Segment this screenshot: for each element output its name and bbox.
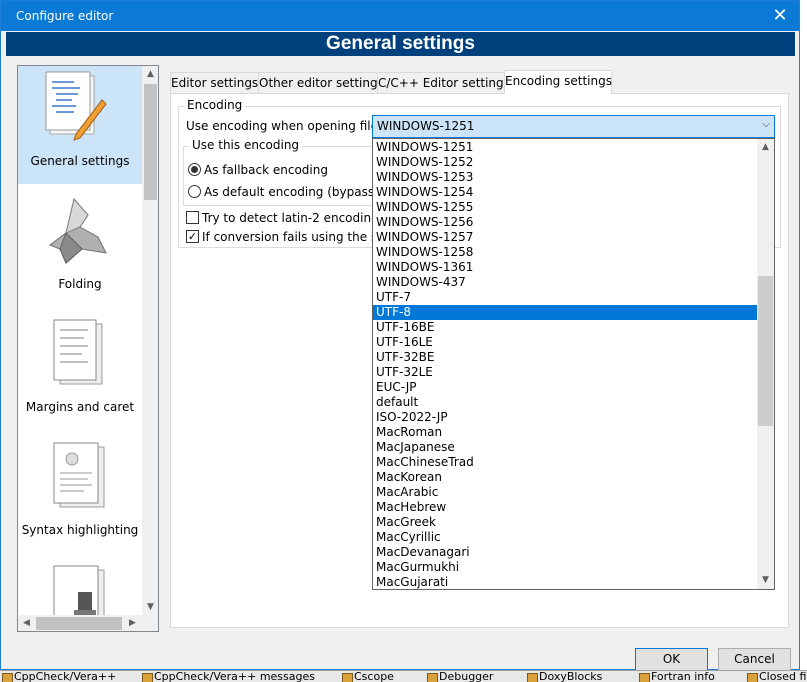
category-label: Folding [58, 277, 102, 291]
scroll-down-icon[interactable]: ▼ [142, 599, 158, 616]
use-encoding-group-title: Use this encoding [189, 138, 303, 152]
conversion-fallback-checkbox[interactable]: ✓ [186, 230, 199, 243]
taskbar-tab[interactable]: CppCheck/Vera++ [0, 671, 116, 682]
category-label: Margins and caret [25, 400, 135, 414]
scroll-left-icon[interactable]: ◀ [18, 615, 35, 631]
dropdown-option[interactable]: MacArabic [373, 485, 757, 500]
ok-button[interactable]: OK [635, 648, 708, 671]
category-general-settings[interactable]: General settings [18, 66, 142, 184]
dropdown-option[interactable]: UTF-16LE [373, 335, 757, 350]
taskbar-tab[interactable]: Debugger [425, 671, 493, 682]
taskbar-tab[interactable]: CppCheck/Vera++ messages [140, 671, 315, 682]
dropdown-option[interactable]: MacChineseTrad [373, 455, 757, 470]
fallback-encoding-radio[interactable] [188, 163, 201, 176]
chevron-down-icon[interactable]: ⌵ [762, 119, 770, 130]
encoding-group-title: Encoding [184, 98, 246, 112]
tab-editor-settings[interactable]: Editor settings [170, 72, 259, 93]
background-taskbar: CppCheck/Vera++ CppCheck/Vera++ messages C… [0, 670, 807, 682]
conversion-fallback-label: If conversion fails using the setti [202, 230, 398, 244]
open-encoding-label: Use encoding when opening files: [186, 119, 389, 133]
dropdown-option[interactable]: MacGreek [373, 515, 757, 530]
scroll-up-icon[interactable]: ▲ [757, 139, 774, 156]
dropdown-option[interactable]: WINDOWS-1361 [373, 260, 757, 275]
category-list[interactable]: General settings Folding Margins and car… [17, 65, 159, 632]
cancel-button[interactable]: Cancel [718, 648, 791, 671]
document-stack-icon [53, 319, 103, 385]
dropdown-option[interactable]: MacGurmukhi [373, 560, 757, 575]
category-label: General settings [30, 154, 130, 168]
category-syntax-highlighting[interactable]: Syntax highlighting [18, 435, 142, 553]
dropdown-option[interactable]: MacRoman [373, 425, 757, 440]
scroll-down-icon[interactable]: ▼ [757, 572, 774, 589]
dropdown-option[interactable]: WINDOWS-1253 [373, 170, 757, 185]
encoding-select-value: WINDOWS-1251 [377, 119, 475, 133]
detect-latin2-label: Try to detect latin-2 encodings ( [202, 211, 394, 225]
scrollbar-thumb[interactable] [758, 276, 773, 426]
category-vertical-scrollbar[interactable]: ▲ ▼ [142, 66, 158, 616]
dropdown-option[interactable]: EUC-JP [373, 380, 757, 395]
category-folding[interactable]: Folding [18, 189, 142, 307]
dropdown-option[interactable]: UTF-8 [373, 305, 757, 320]
fallback-encoding-label: As fallback encoding [204, 163, 328, 177]
category-margins-and-caret[interactable]: Margins and caret [18, 312, 142, 430]
dropdown-option[interactable]: ISO-2022-JP [373, 410, 757, 425]
origami-bird-icon [48, 197, 107, 264]
dropdown-option[interactable]: WINDOWS-437 [373, 275, 757, 290]
dropdown-scrollbar[interactable]: ▲ ▼ [757, 139, 774, 589]
section-banner: General settings [6, 32, 795, 56]
dropdown-option[interactable]: MacDevanagari [373, 545, 757, 560]
dropdown-option[interactable]: MacKorean [373, 470, 757, 485]
title-bar: Configure editor ✕ [1, 1, 799, 31]
tab-encoding-settings[interactable]: Encoding settings [504, 70, 612, 94]
default-encoding-radio[interactable] [188, 185, 201, 198]
encoding-select[interactable]: WINDOWS-1251 ⌵ [372, 115, 775, 138]
taskbar-tab[interactable]: Cscope [340, 671, 394, 682]
dropdown-option[interactable]: UTF-32BE [373, 350, 757, 365]
category-horizontal-scrollbar[interactable]: ◀ ▶ [18, 615, 158, 631]
dropdown-option[interactable]: MacCyrillic [373, 530, 757, 545]
dropdown-option[interactable]: WINDOWS-1251 [373, 140, 757, 155]
scroll-up-icon[interactable]: ▲ [142, 66, 158, 83]
dropdown-option[interactable]: MacGujarati [373, 575, 757, 589]
tab-other-editor-settings[interactable]: Other editor settings [258, 72, 384, 93]
taskbar-tab[interactable]: Closed fi [745, 671, 806, 682]
taskbar-tab[interactable]: DoxyBlocks [525, 671, 602, 682]
dropdown-option[interactable]: WINDOWS-1258 [373, 245, 757, 260]
scrollbar-thumb[interactable] [144, 84, 157, 200]
category-label: Syntax highlighting [21, 523, 139, 537]
tab-cpp-editor-settings[interactable]: C/C++ Editor settings [377, 72, 510, 93]
dropdown-option[interactable]: WINDOWS-1254 [373, 185, 757, 200]
dropdown-option[interactable]: UTF-7 [373, 290, 757, 305]
default-encoding-label: As default encoding (bypassing [204, 185, 393, 199]
dropdown-option[interactable]: WINDOWS-1257 [373, 230, 757, 245]
detect-latin2-checkbox[interactable] [186, 211, 199, 224]
encoding-dropdown-list[interactable]: ▲ ▼ WINDOWS-1251 WINDOWS-1252 WINDOWS-1253… [372, 138, 775, 590]
highlight-document-icon [53, 442, 105, 508]
close-icon[interactable]: ✕ [769, 5, 791, 27]
dropdown-option[interactable]: WINDOWS-1252 [373, 155, 757, 170]
dropdown-option[interactable]: UTF-16BE [373, 320, 757, 335]
taskbar-tab[interactable]: Fortran info [637, 671, 715, 682]
configure-editor-dialog: Configure editor ✕ General settings Gene… [0, 0, 800, 671]
dropdown-option[interactable]: WINDOWS-1256 [373, 215, 757, 230]
scroll-right-icon[interactable]: ▶ [124, 615, 141, 631]
window-title: Configure editor [16, 9, 114, 23]
scrollbar-thumb[interactable] [36, 617, 122, 630]
dropdown-option[interactable]: WINDOWS-1255 [373, 200, 757, 215]
dropdown-option[interactable]: MacJapanese [373, 440, 757, 455]
dropdown-option[interactable]: default [373, 395, 757, 410]
document-pencil-icon [45, 71, 107, 141]
dropdown-option[interactable]: MacHebrew [373, 500, 757, 515]
dropdown-option[interactable]: UTF-32LE [373, 365, 757, 380]
